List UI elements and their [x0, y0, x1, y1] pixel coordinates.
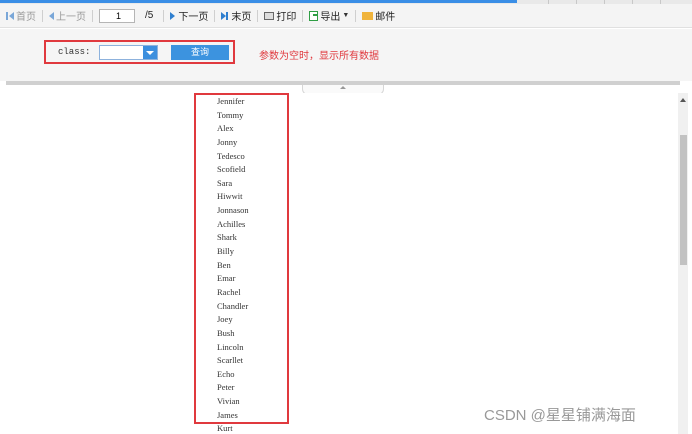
name-row: Scarllet: [217, 355, 243, 366]
next-page-icon: [170, 11, 176, 20]
first-page-icon: [6, 11, 8, 20]
print-label: 打印: [276, 12, 297, 23]
toolbar-divider: [42, 9, 43, 22]
name-row: Tommy: [217, 109, 244, 120]
name-row: Shark: [217, 232, 237, 243]
progress-fill: [0, 0, 517, 3]
name-list: Jennifer Tommy Alex Jonny Tedesco Scofield Sar…: [217, 95, 249, 434]
toolbar-divider: [302, 9, 304, 22]
toolbar-divider: [163, 9, 165, 22]
name-row: Sara: [217, 177, 233, 188]
name-row: Emar: [217, 273, 236, 284]
class-select[interactable]: [99, 45, 158, 60]
chevron-down-icon: ▼: [342, 12, 350, 19]
name-row: Hiwwit: [217, 191, 243, 202]
name-row: Tedesco: [217, 150, 245, 161]
name-row: James: [217, 409, 238, 420]
export-icon: [309, 10, 319, 21]
prev-page-label: 上一页: [56, 12, 86, 23]
name-row: Ben: [217, 259, 231, 270]
class-label: class:: [58, 47, 91, 57]
parameter-panel: class: 查询 参数为空时，显示所有数据: [0, 29, 692, 81]
first-page-arrow-icon: [9, 11, 14, 20]
name-row: Peter: [217, 382, 235, 393]
mail-icon: [362, 11, 374, 20]
report-content: Jennifer Tommy Alex Jonny Tedesco Scofield Sar…: [0, 93, 678, 434]
next-page-label: 下一页: [178, 12, 209, 23]
toolbar-divider: [92, 9, 93, 22]
total-pages: /5: [145, 10, 154, 21]
name-row: Vivian: [217, 396, 240, 407]
name-row: Scofield: [217, 164, 246, 175]
parameter-note: 参数为空时，显示所有数据: [259, 51, 379, 62]
watermark: CSDN @星星铺满海面: [484, 407, 636, 424]
last-page-label: 末页: [231, 12, 252, 23]
name-row: Alex: [217, 123, 234, 134]
page-number-input[interactable]: [99, 8, 135, 23]
export-label: 导出: [320, 12, 341, 23]
scrollbar-thumb[interactable]: [680, 135, 687, 265]
toolbar-divider: [257, 9, 259, 22]
toolbar-divider: [355, 9, 357, 22]
scroll-up-icon[interactable]: [680, 98, 686, 102]
dropdown-arrow-icon[interactable]: [143, 46, 157, 59]
export-button[interactable]: 导出 ▼: [309, 7, 349, 25]
prev-page-icon: [49, 11, 54, 20]
parameter-highlight-box: class: 查询: [44, 40, 235, 64]
name-row: Achilles: [217, 218, 246, 229]
last-page-icon: [226, 11, 229, 20]
next-page-button[interactable]: 下一页: [170, 7, 208, 25]
first-page-label: 首页: [16, 12, 36, 23]
name-row: Jonnason: [217, 205, 249, 216]
name-row: Billy: [217, 246, 235, 257]
mail-button[interactable]: 邮件: [362, 7, 395, 25]
last-page-button[interactable]: 末页: [221, 7, 251, 25]
name-row: Joey: [217, 314, 233, 325]
name-row: Jonny: [217, 136, 238, 147]
name-row: Kurt: [217, 423, 233, 434]
prev-page-button[interactable]: 上一页: [49, 7, 86, 25]
vertical-scrollbar[interactable]: [678, 93, 688, 434]
name-row: Bush: [217, 327, 235, 338]
print-button[interactable]: 打印: [264, 7, 296, 25]
name-row: Rachel: [217, 286, 241, 297]
name-row: Lincoln: [217, 341, 244, 352]
report-toolbar: 首页 上一页 /5 下一页 末页 打印 导出 ▼ 邮件: [0, 4, 692, 28]
first-page-button[interactable]: 首页: [6, 7, 36, 25]
name-row: Chandler: [217, 300, 249, 311]
mail-label: 邮件: [375, 12, 396, 23]
query-button[interactable]: 查询: [171, 45, 229, 60]
toolbar-divider: [214, 9, 216, 22]
name-row: Jennifer: [217, 96, 245, 106]
printer-icon: [264, 11, 275, 20]
name-row: Echo: [217, 368, 235, 379]
